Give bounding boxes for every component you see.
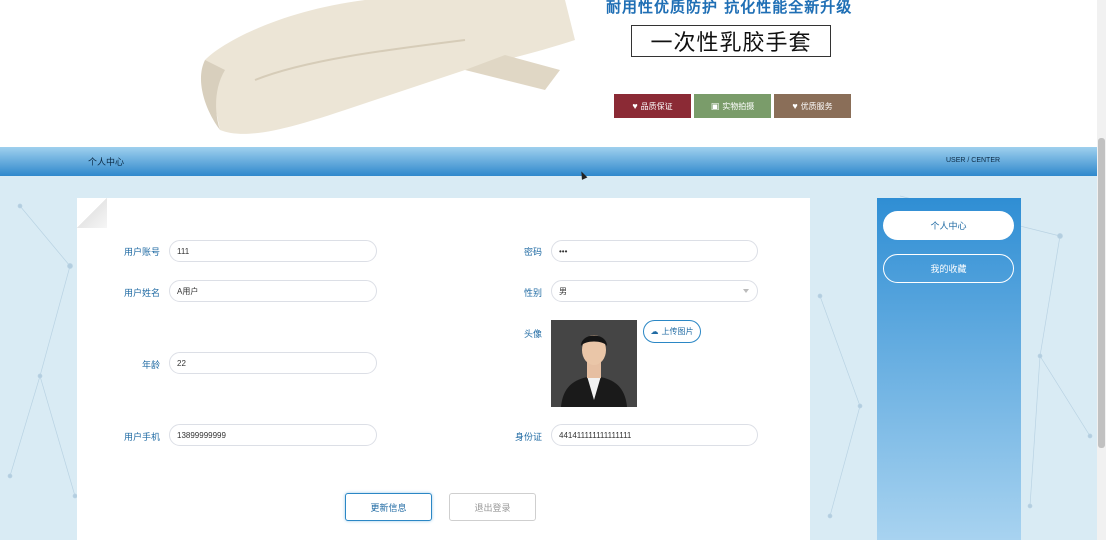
chevron-down-icon [743, 289, 749, 293]
age-input[interactable]: 22 [169, 352, 377, 374]
user-sidebar: 个人中心 我的收藏 [877, 198, 1021, 540]
avatar-label: 头像 [523, 329, 542, 339]
sidebar-item-favorites[interactable]: 我的收藏 [883, 254, 1014, 283]
name-input[interactable]: A用户 [169, 280, 377, 302]
section-subtitle: USER / CENTER [946, 157, 1001, 164]
update-info-button[interactable]: 更新信息 [345, 493, 432, 521]
badge-service: ♥ 优质服务 [774, 94, 851, 118]
gender-select[interactable]: 男 [551, 280, 758, 302]
upload-label: 上传图片 [661, 327, 694, 336]
phone-label: 用户手机 [123, 432, 160, 442]
section-header-bar: 个人中心 USER / CENTER [0, 147, 1097, 176]
avatar [551, 320, 637, 407]
password-label: 密码 [523, 247, 542, 257]
name-value: A用户 [177, 286, 199, 296]
banner-badges: ♥ 品质保证 ▣ 实物拍摄 ♥ 优质服务 [614, 94, 851, 118]
account-input[interactable]: 111 [169, 240, 377, 262]
banner-slogan: 耐用性优质防护 抗化性能全新升级 [606, 0, 853, 16]
password-value: ••• [559, 246, 568, 256]
camera-icon: ▣ [710, 100, 720, 111]
logout-button[interactable]: 退出登录 [449, 493, 536, 521]
product-banner: 耐用性优质防护 抗化性能全新升级 一次性乳胶手套 ♥ 品质保证 ▣ 实物拍摄 ♥… [0, 0, 1097, 147]
id-card-label: 身份证 [514, 432, 542, 442]
badge-label: 优质服务 [800, 101, 833, 111]
account-value: 111 [177, 246, 190, 256]
sidebar-item-user-center[interactable]: 个人中心 [883, 211, 1014, 240]
card-corner-fold [77, 198, 107, 228]
gender-value: 男 [559, 286, 567, 296]
heart-icon: ♥ [632, 101, 638, 111]
section-title: 个人中心 [88, 157, 125, 167]
age-label: 年龄 [141, 360, 160, 370]
heart-icon: ♥ [792, 101, 798, 111]
badge-label: 品质保证 [640, 101, 673, 111]
scrollbar-thumb[interactable] [1098, 138, 1105, 448]
name-label: 用户姓名 [123, 288, 160, 298]
phone-input[interactable]: 13899999999 [169, 424, 377, 446]
gender-label: 性别 [523, 288, 542, 298]
id-card-value: 441411111111111111 [559, 430, 632, 440]
cloud-upload-icon: ☁ [650, 327, 659, 336]
badge-quality: ♥ 品质保证 [614, 94, 691, 118]
avatar-photo [551, 320, 637, 407]
age-value: 22 [177, 358, 186, 368]
upload-image-button[interactable]: ☁ 上传图片 [643, 320, 701, 343]
account-label: 用户账号 [123, 247, 160, 257]
password-input[interactable]: ••• [551, 240, 758, 262]
glove-image [200, 0, 575, 134]
badge-label: 实物拍摄 [722, 101, 755, 111]
product-title: 一次性乳胶手套 [631, 25, 831, 57]
id-card-input[interactable]: 441411111111111111 [551, 424, 758, 446]
badge-real-photo: ▣ 实物拍摄 [694, 94, 771, 118]
phone-value: 13899999999 [177, 430, 226, 440]
